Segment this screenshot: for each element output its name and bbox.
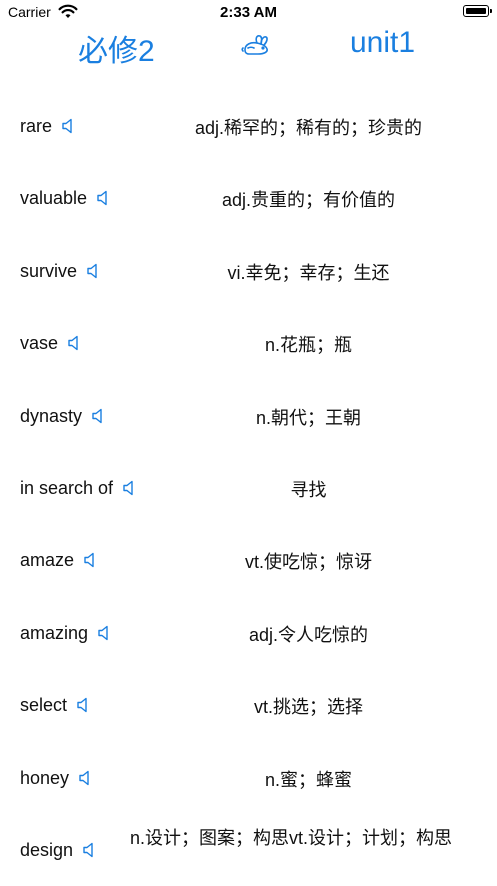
word-text: design <box>20 839 74 860</box>
word-text: survive <box>20 260 78 281</box>
speaker-icon[interactable] <box>68 335 82 351</box>
speaker-icon[interactable] <box>83 842 97 858</box>
meaning-text: vt.使吃惊；惊讶 <box>244 552 372 573</box>
word-text: dynasty <box>20 405 83 426</box>
status-bar: Carrier 2:33 AM <box>0 0 497 26</box>
list-item[interactable]: dynasty n.朝代；王朝 <box>0 380 497 452</box>
list-item[interactable]: vase n.花瓶；瓶 <box>0 307 497 379</box>
battery-icon <box>463 5 492 17</box>
meaning-text: adj.令人吃惊的 <box>248 624 369 645</box>
unit-title[interactable]: unit1 <box>350 26 415 60</box>
word-text: vase <box>20 333 59 354</box>
word-text: honey <box>20 767 70 788</box>
meaning-text: n.设计；图案；构思vt.设计；计划；构思 <box>130 827 453 848</box>
meaning-text: n.朝代；王朝 <box>255 407 361 428</box>
speaker-icon[interactable] <box>87 263 101 279</box>
list-item[interactable]: in search of 寻找 <box>0 452 497 524</box>
word-list: rare adj.稀罕的；稀有的；珍贵的 valuable adj.贵重的；有价… <box>0 90 497 886</box>
word-text: amazing <box>20 622 89 643</box>
meaning-text: vt.挑选；选择 <box>253 697 363 718</box>
meaning-text: 寻找 <box>290 479 327 500</box>
header: 必修2 unit1 <box>0 26 497 68</box>
speaker-icon[interactable] <box>84 552 98 568</box>
list-item[interactable]: honey n.蜜；蜂蜜 <box>0 742 497 814</box>
clock: 2:33 AM <box>220 4 277 21</box>
speaker-icon[interactable] <box>98 625 112 641</box>
word-text: in search of <box>20 477 114 498</box>
speaker-icon[interactable] <box>97 190 111 206</box>
word-text: valuable <box>20 188 88 209</box>
meaning-text: adj.稀罕的；稀有的；珍贵的 <box>194 118 423 138</box>
speaker-icon[interactable] <box>79 770 93 786</box>
word-text: select <box>20 695 68 716</box>
list-item[interactable]: select vt.挑选；选择 <box>0 669 497 741</box>
meaning-text: vi.幸免；幸存；生还 <box>227 262 390 283</box>
meaning-text: n.蜜；蜂蜜 <box>264 769 352 790</box>
rabbit-icon[interactable] <box>240 34 274 56</box>
list-item[interactable]: amazing adj.令人吃惊的 <box>0 597 497 669</box>
list-item[interactable]: amaze vt.使吃惊；惊讶 <box>0 524 497 596</box>
list-item[interactable]: design n.设计；图案；构思vt.设计；计划；构思 <box>0 814 497 886</box>
speaker-icon[interactable] <box>92 408 106 424</box>
word-text: rare <box>20 116 53 136</box>
list-item[interactable]: survive vi.幸免；幸存；生还 <box>0 235 497 307</box>
speaker-icon[interactable] <box>77 697 91 713</box>
meaning-text: n.花瓶；瓶 <box>264 335 352 356</box>
list-item[interactable]: rare adj.稀罕的；稀有的；珍贵的 <box>0 90 497 162</box>
list-item[interactable]: valuable adj.贵重的；有价值的 <box>0 162 497 234</box>
book-title[interactable]: 必修2 <box>78 26 155 70</box>
word-text: amaze <box>20 550 75 571</box>
speaker-icon[interactable] <box>62 118 76 134</box>
meaning-text: adj.贵重的；有价值的 <box>221 190 396 211</box>
